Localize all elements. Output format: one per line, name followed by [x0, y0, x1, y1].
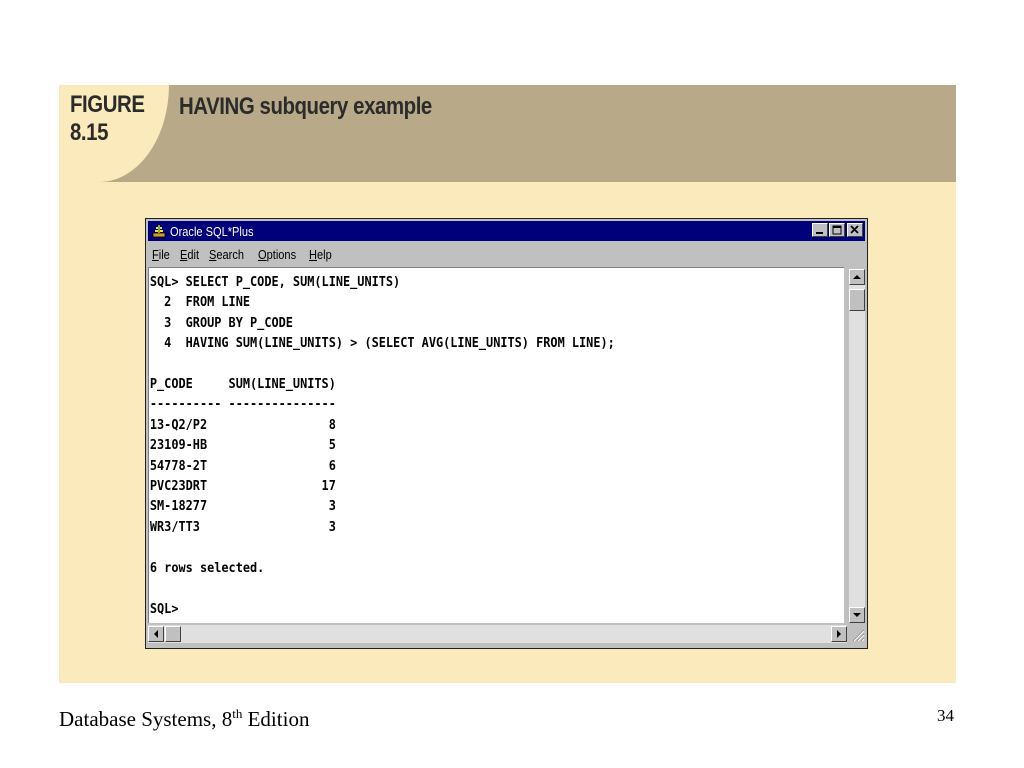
window-titlebar[interactable]: Oracle SQL*Plus — [148, 221, 865, 241]
footer-book-prefix: Database Systems, 8 — [59, 707, 233, 731]
minimize-icon — [816, 232, 823, 234]
footer-book-title: Database Systems, 8th Edition — [59, 706, 309, 732]
menu-options-accel: O — [257, 246, 267, 262]
close-button[interactable] — [847, 223, 863, 237]
horizontal-scroll-thumb[interactable] — [165, 626, 181, 642]
figure-title: HAVING subquery example — [179, 93, 432, 120]
vertical-scrollbar[interactable] — [849, 269, 865, 623]
menu-search[interactable]: Search — [209, 247, 244, 262]
arrow-down-icon — [853, 613, 861, 617]
resize-grip[interactable] — [849, 625, 865, 643]
resize-grip-icon — [852, 629, 865, 642]
slide: FIGURE 8.15 HAVING subquery example Orac… — [0, 0, 1024, 768]
scroll-down-button[interactable] — [849, 607, 865, 623]
menu-file-accel: F — [152, 246, 159, 262]
menu-bar: File Edit Search Options Help — [148, 245, 339, 263]
window-controls — [811, 223, 863, 237]
console-output[interactable]: SQL> SELECT P_CODE, SUM(LINE_UNITS) 2 FR… — [149, 268, 761, 619]
scroll-right-button[interactable] — [831, 626, 847, 642]
horizontal-scrollbar[interactable] — [148, 625, 847, 643]
close-icon — [850, 225, 859, 234]
menu-options-label: ptions — [266, 246, 296, 262]
menu-edit-accel: E — [179, 246, 188, 262]
figure-label: FIGURE 8.15 — [70, 91, 145, 146]
footer-book-sup: th — [232, 706, 243, 721]
menu-file[interactable]: File — [152, 247, 170, 262]
maximize-button[interactable] — [829, 223, 845, 237]
menu-options[interactable]: Options — [258, 247, 296, 262]
arrow-left-icon — [154, 630, 158, 638]
maximize-icon — [832, 225, 842, 235]
sqlplus-window: Oracle SQL*Plus File Edit Search Options… — [145, 218, 868, 649]
footer-book-suffix: Edition — [242, 707, 310, 731]
vertical-scroll-thumb[interactable] — [849, 289, 865, 311]
window-title: Oracle SQL*Plus — [170, 223, 254, 239]
menu-help-label: elp — [317, 246, 333, 262]
page-number: 34 — [937, 706, 954, 725]
menu-help[interactable]: Help — [309, 247, 332, 262]
sql-console[interactable]: SQL> SELECT P_CODE, SUM(LINE_UNITS) 2 FR… — [148, 267, 844, 623]
arrow-up-icon — [853, 275, 861, 279]
menu-search-label: earch — [216, 246, 245, 262]
menu-edit[interactable]: Edit — [180, 247, 199, 262]
oracle-app-icon[interactable] — [152, 224, 166, 238]
minimize-button[interactable] — [812, 223, 828, 237]
scroll-left-button[interactable] — [148, 626, 164, 642]
menu-file-label: ile — [158, 246, 170, 262]
scroll-up-button[interactable] — [849, 269, 865, 285]
menu-edit-label: dit — [187, 246, 200, 262]
arrow-right-icon — [837, 630, 841, 638]
